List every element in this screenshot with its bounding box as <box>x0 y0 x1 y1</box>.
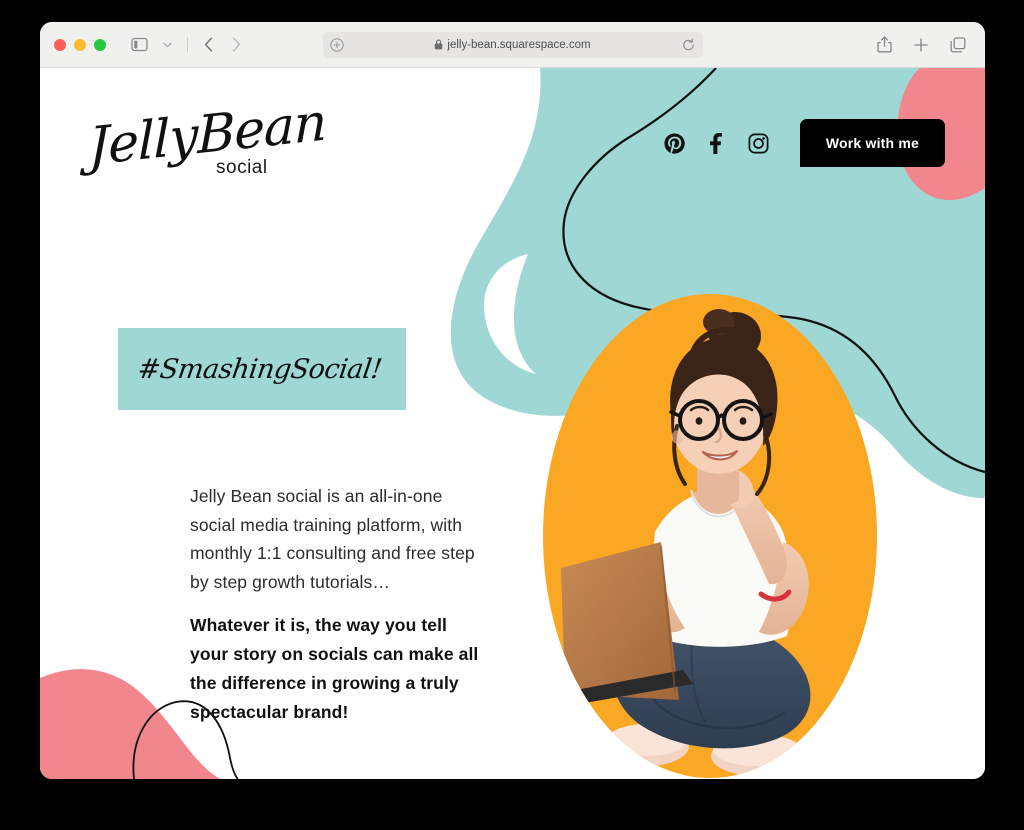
maximize-window-button[interactable] <box>94 38 106 51</box>
tagline-banner: #SmashingSocial! <box>118 328 406 410</box>
share-icon[interactable] <box>871 32 897 58</box>
hero-paragraph-bold: Whatever it is, the way you tell your st… <box>190 615 479 722</box>
url-field[interactable]: jelly-bean.squarespace.com <box>322 31 703 58</box>
minimize-window-button[interactable] <box>74 38 86 51</box>
url-text-group: jelly-bean.squarespace.com <box>434 38 591 51</box>
back-button-icon[interactable] <box>195 32 221 58</box>
hero-copy: Jelly Bean social is an all-in-one socia… <box>190 482 482 727</box>
instagram-icon[interactable] <box>748 132 770 154</box>
browser-toolbar: jelly-bean.squarespace.com <box>40 22 985 68</box>
tagline-text: #SmashingSocial! <box>135 353 384 385</box>
toolbar-actions <box>871 32 971 58</box>
social-links <box>664 132 770 154</box>
toolbar-divider <box>187 37 188 52</box>
window-controls <box>54 38 106 51</box>
new-tab-icon[interactable] <box>908 32 934 58</box>
logo-subtitle-text: social <box>216 157 268 178</box>
logo-script-text: JellyBean <box>88 92 327 178</box>
chevron-down-icon[interactable] <box>154 32 180 58</box>
pinterest-icon[interactable] <box>664 132 686 154</box>
sidebar-toggle-icon[interactable] <box>126 32 152 58</box>
hero-paragraph: Jelly Bean social is an all-in-one socia… <box>190 486 475 592</box>
forward-button-icon[interactable] <box>223 32 249 58</box>
hero-photo-illustration <box>543 294 877 778</box>
hero-photo <box>543 294 877 779</box>
header-actions: Work with me <box>664 119 945 167</box>
reload-icon[interactable] <box>682 38 695 51</box>
work-with-me-button[interactable]: Work with me <box>799 119 945 167</box>
address-bar[interactable]: jelly-bean.squarespace.com <box>322 31 703 58</box>
site-logo[interactable]: JellyBean social <box>88 92 326 189</box>
page-settings-icon[interactable] <box>329 37 344 52</box>
facebook-icon[interactable] <box>706 132 728 154</box>
web-page-content: JellyBean social Work with me #SmashingS… <box>40 68 985 779</box>
navigation-controls <box>126 32 249 58</box>
close-window-button[interactable] <box>54 38 66 51</box>
hero-left-column: #SmashingSocial! Jelly Bean social is an… <box>40 328 510 727</box>
site-header: JellyBean social Work with me <box>40 68 985 218</box>
browser-window: jelly-bean.squarespace.com JellyBean soc… <box>40 22 985 779</box>
tab-overview-icon[interactable] <box>945 32 971 58</box>
url-text: jelly-bean.squarespace.com <box>447 38 591 51</box>
lock-icon <box>434 39 443 50</box>
